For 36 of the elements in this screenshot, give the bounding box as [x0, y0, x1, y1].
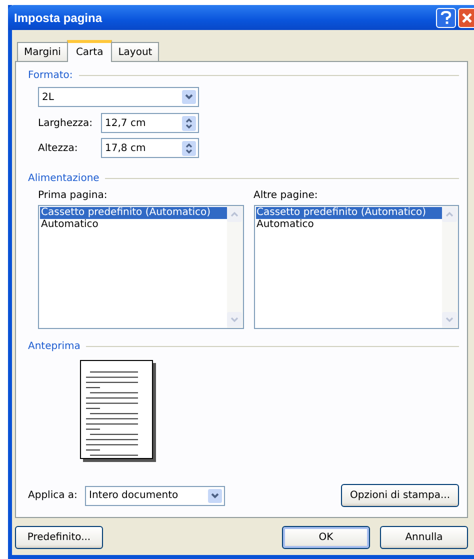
group-title: Anteprima — [28, 341, 80, 352]
list-label: Prima pagina: — [38, 190, 108, 201]
list-item[interactable]: Automatico — [40, 219, 226, 231]
scrollbar[interactable] — [226, 206, 242, 328]
field-label: Applica a: — [28, 490, 78, 501]
dialog-button[interactable]: Annulla — [380, 526, 468, 549]
print-options-button[interactable]: Opzioni di stampa... — [341, 484, 459, 507]
spin-arrows-icon — [182, 140, 196, 156]
list-label: Altre pagine: — [254, 190, 319, 201]
paper-size-dropdown[interactable]: 2L — [38, 87, 199, 107]
apply-to-dropdown[interactable]: Intero documento — [85, 486, 225, 506]
close-icon — [462, 12, 472, 22]
scroll-down-icon — [226, 312, 242, 327]
list-item[interactable]: Cassetto predefinito (Automatico) — [256, 207, 442, 219]
help-button[interactable] — [436, 8, 456, 28]
group-title: Alimentazione — [28, 173, 100, 184]
tab[interactable]: Carta — [66, 40, 112, 62]
tab[interactable]: Margini — [17, 42, 68, 61]
window-title: Imposta pagina — [14, 10, 102, 24]
scroll-down-icon — [442, 312, 457, 327]
spin-field[interactable]: 12,7 cm — [101, 113, 199, 133]
field-label: Larghezza: — [38, 118, 94, 128]
dialog-button[interactable]: Predefinito... — [15, 526, 103, 549]
spin-arrows-icon — [182, 116, 196, 130]
help-icon — [440, 10, 452, 24]
scroll-up-icon — [442, 207, 457, 222]
scrollbar[interactable] — [442, 206, 458, 328]
spin-field[interactable]: 17,8 cm — [101, 138, 199, 158]
group-title: Formato: — [28, 70, 73, 81]
close-button[interactable] — [458, 8, 474, 28]
tab[interactable]: Layout — [111, 42, 160, 61]
dialog-button[interactable]: OK — [282, 526, 370, 549]
list-item[interactable]: Cassetto predefinito (Automatico) — [40, 207, 226, 219]
list-item[interactable]: Automatico — [256, 219, 442, 231]
field-label: Altezza: — [38, 142, 79, 154]
scroll-up-icon — [226, 207, 242, 222]
